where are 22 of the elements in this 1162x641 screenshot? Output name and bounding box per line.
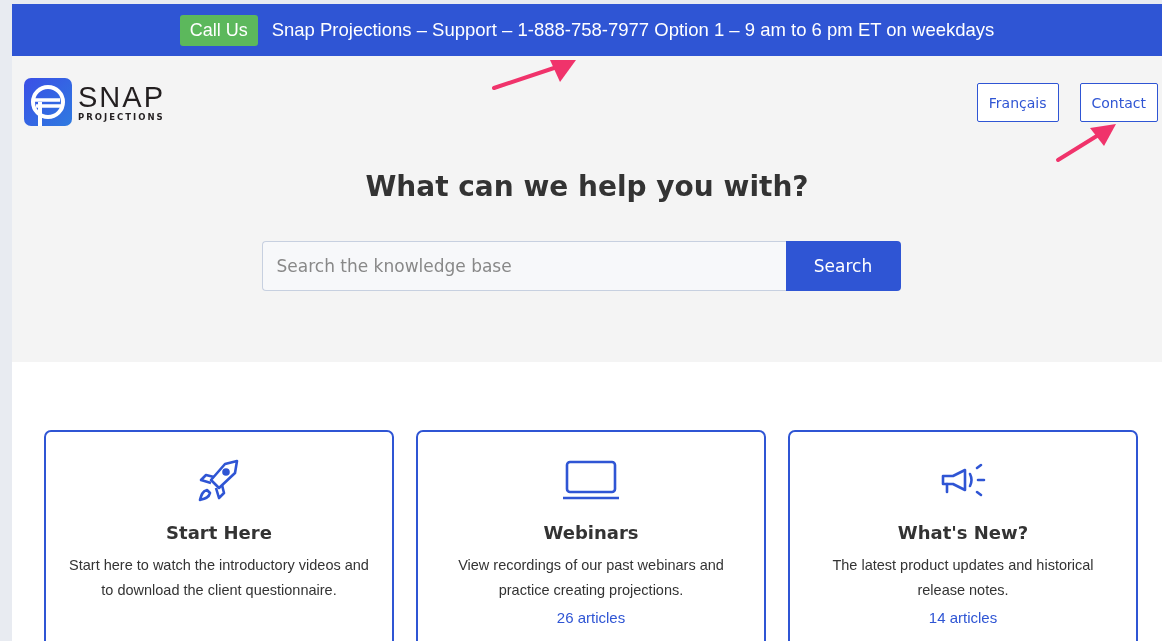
card-title: Start Here xyxy=(166,522,272,543)
rocket-icon xyxy=(197,458,241,502)
card-title: Webinars xyxy=(543,522,639,543)
article-count-link[interactable]: 14 articles xyxy=(928,609,998,626)
logo-name: SNAP xyxy=(78,82,165,112)
logo-tagline: PROJECTIONS xyxy=(78,112,165,122)
search-button[interactable]: Search xyxy=(785,241,901,291)
card-description: View recordings of our past webinars and practice creating projections. xyxy=(457,556,725,600)
card-description: The latest product updates and historical release notes. xyxy=(831,556,1095,600)
search-field[interactable]: Search the knowledge base xyxy=(261,241,786,291)
laptop-icon xyxy=(563,460,619,500)
nav-button[interactable]: Français xyxy=(976,83,1059,122)
support-info-text: Snap Projections – Support – 1-888-758-7977 Option 1 – 9 am to 6 pm ET on weekdays xyxy=(271,19,995,41)
category-card[interactable]: Webinars View recordings of our past webinars and practice creating projections. 26 articles xyxy=(416,430,766,641)
logo-icon xyxy=(24,78,72,126)
nav-button[interactable]: Contact xyxy=(1079,83,1158,122)
card-title: What's New? xyxy=(897,522,1029,543)
article-count-link[interactable]: 26 articles xyxy=(556,609,626,626)
category-card[interactable]: Start Here Start here to watch the introductory videos and to download the client questionnaire. xyxy=(44,430,394,641)
page-heading: What can we help you with? xyxy=(364,170,810,203)
category-card[interactable]: What's New? The latest product updates and historical release notes. 14 articles xyxy=(788,430,1138,641)
card-description: Start here to watch the introductory videos and to download the client questionnaire. xyxy=(68,556,370,600)
